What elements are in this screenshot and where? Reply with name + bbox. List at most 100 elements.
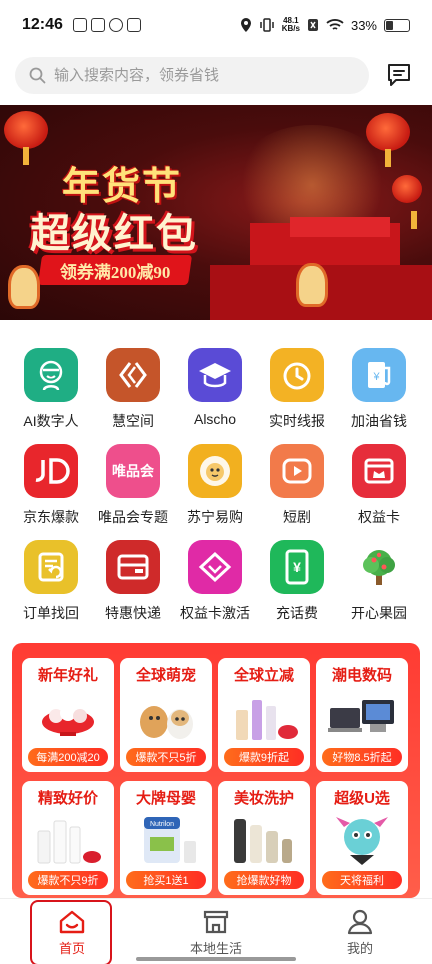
- mascot-pic: [336, 817, 388, 865]
- promo-card-new-year-gift[interactable]: 新年好礼 每满200减20: [22, 658, 114, 772]
- shortcut-alscho[interactable]: Alscho: [172, 348, 258, 443]
- tree-icon: [352, 540, 406, 594]
- profile-icon: [347, 909, 373, 935]
- shortcut-live-tips[interactable]: 实时线报: [254, 348, 340, 443]
- battery-percent: 33%: [350, 17, 377, 33]
- promo-card-title: 大牌母婴: [135, 790, 196, 807]
- promo-banner[interactable]: 年货节 超级红包 领券满200减90: [0, 105, 432, 320]
- suning-lion-icon: [188, 444, 242, 498]
- promo-card-tag: 好物8.5折起: [322, 748, 402, 766]
- wechat-notification-icon: [126, 18, 141, 32]
- shortcut-phone-recharge[interactable]: ¥ 充话费: [254, 540, 340, 635]
- promo-card-tag: 爆款9折起: [224, 748, 304, 766]
- promo-card-tag: 每满200减20: [28, 748, 108, 766]
- shortcut-short-drama[interactable]: 短剧: [254, 444, 340, 539]
- tiktok-notification-icon: [72, 18, 87, 32]
- red-stage-top: [290, 217, 390, 237]
- card-crown-icon: [352, 444, 406, 498]
- shortcut-label: 短剧: [283, 509, 311, 525]
- order-return-icon: [24, 540, 78, 594]
- promo-card-tag: 爆款不只9折: [28, 871, 108, 889]
- milk-powder-pic: Nutrilon: [144, 817, 196, 863]
- tab-profile[interactable]: 我的: [288, 899, 432, 964]
- net-speed-unit: KB/s: [281, 24, 300, 33]
- tab-home[interactable]: 首页: [0, 899, 144, 964]
- promo-card-digital[interactable]: 潮电数码 好物8.5折起: [316, 658, 408, 772]
- shortcut-order-retrieve[interactable]: 订单找回: [8, 540, 94, 635]
- promo-card-pets[interactable]: 全球萌宠 爆款不只5折: [120, 658, 212, 772]
- app-notification-icon: [90, 18, 105, 32]
- phone-charge-glyph: ¥: [293, 559, 301, 575]
- promo-card-tag: 抢爆款好物: [224, 871, 304, 889]
- net-speed: 48.1 KB/s: [282, 17, 300, 33]
- promo-card-title: 美妆洗护: [233, 790, 294, 807]
- message-icon[interactable]: [386, 62, 412, 88]
- shortcut-card-activate[interactable]: 权益卡激活: [172, 540, 258, 635]
- shortcut-vip-special[interactable]: 唯品会 唯品会专题: [90, 444, 176, 539]
- shortcut-fuel-savings[interactable]: ¥ 加油省钱: [336, 348, 422, 443]
- shortcut-smart-space[interactable]: 慧空间: [90, 348, 176, 443]
- shortcut-label: AI数字人: [23, 413, 79, 429]
- shortcut-jd-hot[interactable]: 京东爆款: [8, 444, 94, 539]
- vibrate-icon: [259, 18, 274, 32]
- location-icon: [240, 18, 251, 32]
- search-input[interactable]: [54, 67, 334, 84]
- shortcut-label: 加油省钱: [351, 413, 407, 429]
- chevron-space-icon: [106, 348, 160, 402]
- status-bar: 12:46 48.1 KB/s 33%: [0, 0, 432, 50]
- promo-card-maternal-baby[interactable]: 大牌母婴 Nutrilon 抢买1送1: [120, 781, 212, 895]
- phone-charge-icon: ¥: [270, 540, 324, 594]
- status-time: 12:46: [22, 16, 63, 33]
- active-tab-highlight: [30, 900, 112, 964]
- robot-face-icon: [24, 348, 78, 402]
- shortcut-suning[interactable]: 苏宁易购: [172, 444, 258, 539]
- lantern-icon: [4, 111, 48, 165]
- search-icon: [29, 67, 46, 84]
- laptops-pic: [328, 700, 394, 732]
- shortcut-express[interactable]: 特惠快递: [90, 540, 176, 635]
- shortcut-benefit-card[interactable]: 权益卡: [336, 444, 422, 539]
- promo-card-beauty-care[interactable]: 美妆洗护 抢爆款好物: [218, 781, 310, 895]
- promo-card-tag: 天将福利: [322, 871, 402, 889]
- notification-icons: [72, 18, 141, 32]
- vip-logo-text: 唯品会: [112, 463, 154, 479]
- status-right: 48.1 KB/s 33%: [240, 17, 410, 33]
- battery-icon: [384, 18, 410, 32]
- shortcut-label: 特惠快递: [105, 605, 161, 621]
- shortcut-happy-orchard[interactable]: 开心果园: [336, 540, 422, 635]
- storefront-icon: [203, 910, 229, 934]
- tiger-mascot-icon: [8, 265, 40, 309]
- bottom-nav: 首页 本地生活 我的: [0, 898, 432, 964]
- promo-card-title: 全球萌宠: [135, 667, 196, 684]
- promo-card-tag: 抢买1送1: [126, 871, 206, 889]
- search-bar[interactable]: [15, 57, 369, 94]
- tab-local-life[interactable]: 本地生活: [144, 899, 288, 964]
- shortcut-label: Alscho: [193, 411, 237, 427]
- promo-card-refined-deals[interactable]: 精致好价 爆款不只9折: [22, 781, 114, 895]
- milk-powder-brand: Nutrilon: [150, 821, 174, 828]
- promo-card-super-u[interactable]: 超级U选 天将福利: [316, 781, 408, 895]
- promo-card-title: 全球立减: [233, 667, 294, 684]
- shortcut-label: 充话费: [276, 605, 318, 621]
- banner-ribbon: 领券满200减90: [37, 255, 193, 285]
- cosmetics-pic: [236, 700, 298, 740]
- shortcut-label: 慧空间: [112, 413, 154, 429]
- home-indicator[interactable]: [136, 957, 296, 961]
- banner-ribbon-text: 领券满200减90: [59, 262, 171, 282]
- sync-notification-icon: [108, 18, 123, 32]
- sim-icon: [307, 19, 318, 31]
- shortcut-label: 权益卡: [358, 509, 400, 525]
- promo-card-title: 超级U选: [334, 790, 390, 807]
- shortcut-label: 唯品会专题: [98, 509, 168, 525]
- promo-section: 新年好礼 每满200减20 全球萌宠 爆款不只5折 全球立减 爆款9折起 潮电数…: [12, 643, 420, 898]
- clock-icon: [270, 348, 324, 402]
- tiger-mascot-icon: [296, 263, 328, 307]
- wifi-icon: [326, 19, 344, 30]
- svg-text:¥: ¥: [372, 371, 380, 383]
- tab-label: 本地生活: [189, 941, 242, 956]
- shortcut-ai-digital-human[interactable]: AI数字人: [8, 348, 94, 443]
- lantern-icon: [366, 113, 410, 167]
- diamond-icon: [188, 540, 242, 594]
- promo-card-global-discount[interactable]: 全球立减 爆款9折起: [218, 658, 310, 772]
- shortcut-label: 订单找回: [23, 605, 79, 621]
